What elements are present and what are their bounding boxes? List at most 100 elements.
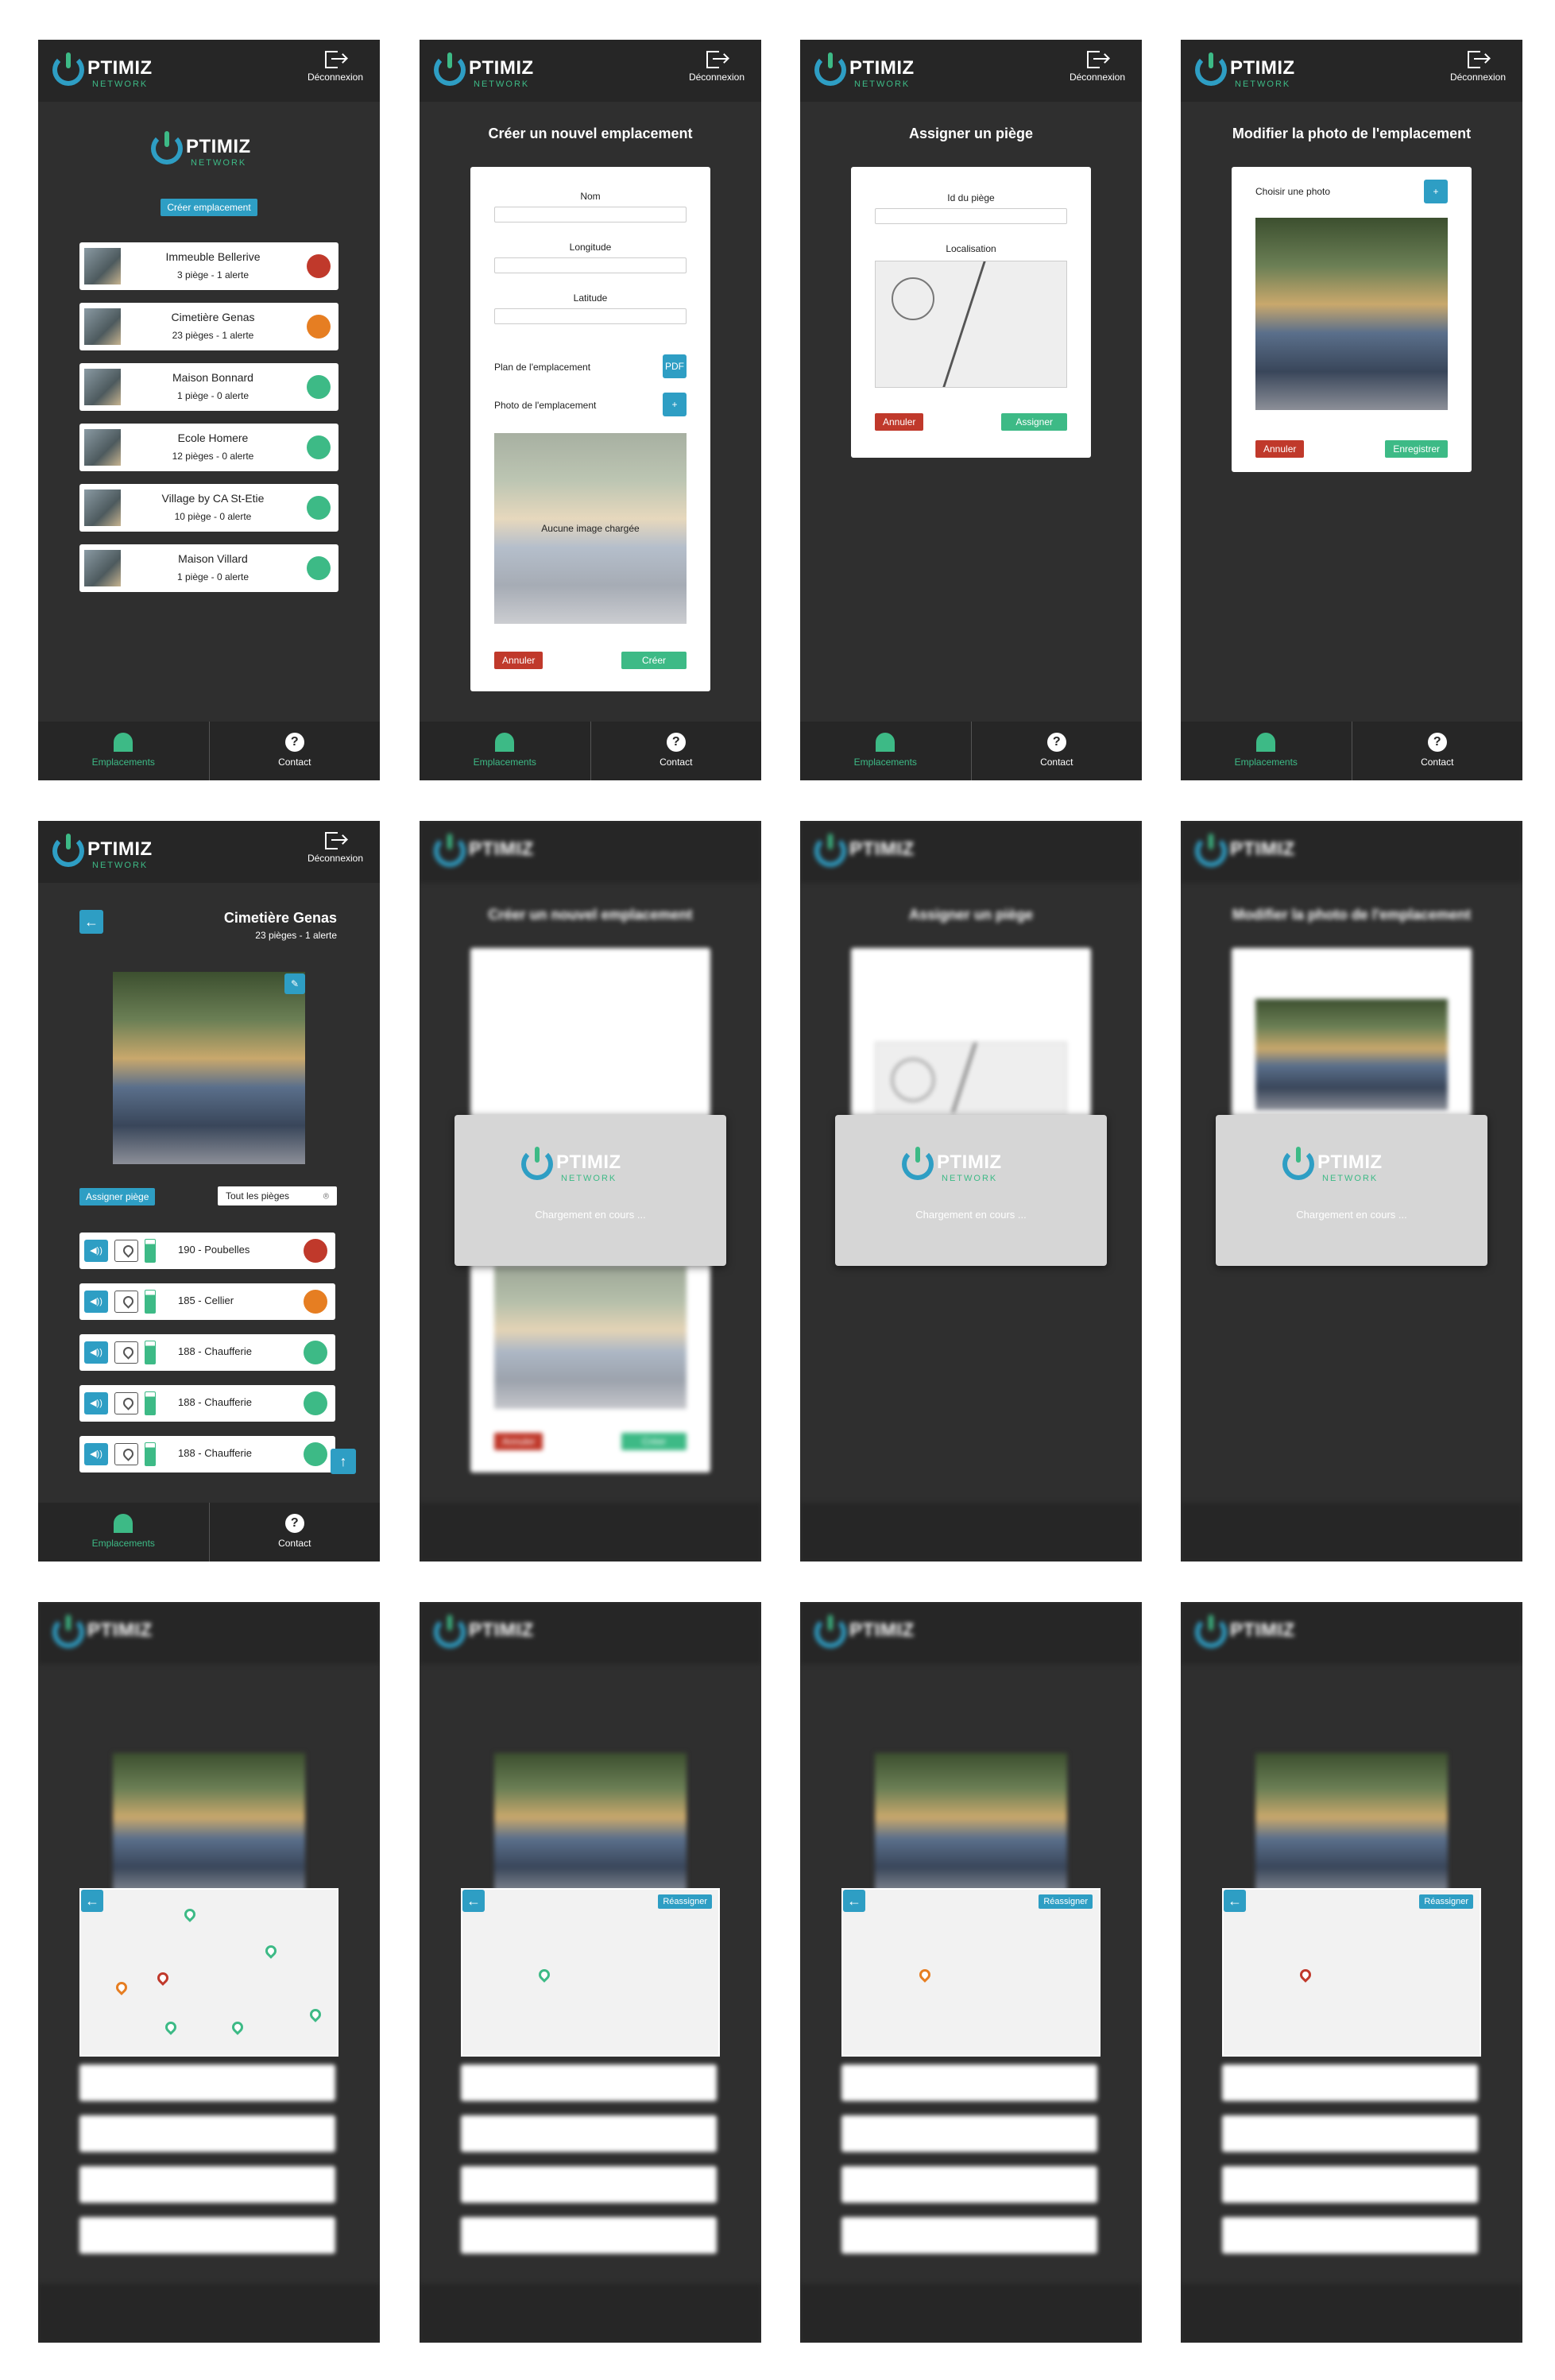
location-thumbnail <box>84 490 121 526</box>
logout-button[interactable]: Déconnexion <box>1445 51 1511 83</box>
home-icon <box>114 733 133 752</box>
trap-row[interactable]: ◀)) 190 - Poubelles <box>79 1233 335 1269</box>
app-header: PTIMIZ NETWORK Déconnexion <box>420 40 761 102</box>
speaker-icon[interactable]: ◀)) <box>84 1240 108 1262</box>
tab-contact[interactable]: ? Contact <box>590 722 762 780</box>
location-item[interactable]: Immeuble Bellerive 3 piège - 1 alerte <box>79 242 338 290</box>
location-item[interactable]: Maison Bonnard 1 piège - 0 alerte <box>79 363 338 411</box>
tab-emplacements[interactable]: Emplacements <box>1181 722 1352 780</box>
floor-plan-image[interactable] <box>875 261 1067 388</box>
tab-bar: Emplacements ? Contact <box>1181 722 1522 780</box>
location-pin-icon[interactable] <box>114 1341 138 1364</box>
tab-emplacements[interactable]: Emplacements <box>800 722 971 780</box>
scroll-top-icon[interactable]: ↑ <box>331 1449 356 1474</box>
trap-marker[interactable] <box>114 1979 130 1995</box>
help-icon: ? <box>284 1514 304 1533</box>
location-pin-icon[interactable] <box>114 1443 138 1465</box>
trap-marker[interactable] <box>263 1943 279 1959</box>
speaker-icon[interactable]: ◀)) <box>84 1341 108 1364</box>
location-photo <box>113 972 305 1164</box>
cancel-button[interactable]: Annuler <box>1255 440 1305 458</box>
assign-form: Id du piège Localisation Annuler Assigne… <box>851 167 1091 458</box>
location-item[interactable]: Maison Villard 1 piège - 0 alerte <box>79 544 338 592</box>
name-input[interactable] <box>494 207 687 223</box>
trap-row[interactable]: ◀)) 185 - Cellier <box>79 1283 335 1320</box>
image-upload-icon[interactable]: + <box>663 393 687 416</box>
tab-bar: Emplacements ? Contact <box>38 1503 380 1562</box>
back-arrow-icon[interactable]: ← <box>843 1890 865 1912</box>
back-arrow-icon[interactable]: ← <box>81 1890 103 1912</box>
back-arrow-icon[interactable]: ← <box>462 1890 485 1912</box>
logout-button[interactable]: Déconnexion <box>302 51 369 83</box>
tab-emplacements[interactable]: Emplacements <box>420 722 590 780</box>
save-button[interactable]: Enregistrer <box>1385 440 1448 458</box>
location-item[interactable]: Ecole Homere 12 pièges - 0 alerte <box>79 424 338 471</box>
reassign-button[interactable]: Réassigner <box>658 1894 712 1909</box>
image-upload-icon[interactable]: + <box>1424 180 1448 203</box>
latitude-input[interactable] <box>494 308 687 324</box>
tab-emplacements[interactable]: Emplacements <box>38 1503 209 1562</box>
back-arrow-icon[interactable]: ← <box>79 910 103 934</box>
trap-row[interactable]: ◀)) 188 - Chaufferie <box>79 1334 335 1371</box>
trap-marker[interactable] <box>308 2007 323 2022</box>
pdf-upload-icon[interactable]: PDF <box>663 354 687 378</box>
create-button[interactable]: Créer <box>621 652 687 669</box>
screen-assign-loading: PTIMIZ Assigner un piège PTIMIZ NETWORK C… <box>800 821 1142 1562</box>
screen-assign-trap: PTIMIZ NETWORK Déconnexion Assigner un pi… <box>800 40 1142 780</box>
longitude-input[interactable] <box>494 257 687 273</box>
trap-row[interactable]: ◀)) 188 - Chaufferie <box>79 1436 335 1473</box>
trap-row[interactable]: ◀)) 188 - Chaufferie <box>79 1385 335 1422</box>
assign-trap-button[interactable]: Assigner piège <box>79 1188 156 1205</box>
app-header: PTIMIZ NETWORK Déconnexion <box>38 40 380 102</box>
logout-icon <box>1087 51 1108 68</box>
tab-contact[interactable]: ? Contact <box>208 1503 381 1562</box>
tab-contact[interactable]: ? Contact <box>208 722 381 780</box>
location-pin-icon[interactable] <box>114 1291 138 1313</box>
logo: PTIMIZ NETWORK <box>1195 52 1322 91</box>
status-dot <box>304 1341 327 1364</box>
location-item[interactable]: Cimetière Genas 23 pièges - 1 alerte <box>79 303 338 350</box>
floor-plan-map[interactable]: ← Réassigner <box>1222 1888 1481 2057</box>
trap-id-input[interactable] <box>875 208 1067 224</box>
battery-icon <box>145 1290 156 1314</box>
trap-marker[interactable] <box>917 1967 933 1983</box>
speaker-icon[interactable]: ◀)) <box>84 1443 108 1465</box>
reassign-button[interactable]: Réassigner <box>1419 1894 1473 1909</box>
logout-button[interactable]: Déconnexion <box>683 51 750 83</box>
trap-marker[interactable] <box>536 1967 552 1983</box>
logout-button[interactable]: Déconnexion <box>302 832 369 864</box>
floor-plan-map[interactable]: ← Réassigner <box>841 1888 1100 2057</box>
trap-marker[interactable] <box>155 1970 171 1986</box>
location-thumbnail <box>84 429 121 466</box>
back-arrow-icon[interactable]: ← <box>1224 1890 1246 1912</box>
logout-button[interactable]: Déconnexion <box>1064 51 1131 83</box>
status-dot <box>307 254 331 278</box>
battery-icon <box>145 1391 156 1415</box>
tab-contact[interactable]: ? Contact <box>970 722 1143 780</box>
trap-filter-select[interactable]: Tout les pièges ⌾ <box>218 1186 337 1205</box>
floor-plan-map[interactable]: ← <box>79 1888 338 2057</box>
cancel-button[interactable]: Annuler <box>494 652 543 669</box>
speaker-icon[interactable]: ◀)) <box>84 1392 108 1414</box>
screen-edit-photo: PTIMIZ NETWORK Déconnexion Modifier la ph… <box>1181 40 1522 780</box>
edit-icon[interactable]: ✎ <box>284 973 305 994</box>
trap-marker[interactable] <box>163 2019 179 2035</box>
assign-button[interactable]: Assigner <box>1001 413 1067 431</box>
location-item[interactable]: Village by CA St-Etie 10 piège - 0 alert… <box>79 484 338 532</box>
cancel-button[interactable]: Annuler <box>875 413 924 431</box>
trap-marker[interactable] <box>230 2019 246 2035</box>
tab-contact[interactable]: ? Contact <box>1351 722 1523 780</box>
location-pin-icon[interactable] <box>114 1240 138 1262</box>
trap-marker[interactable] <box>1298 1967 1313 1983</box>
create-location-button[interactable]: Créer emplacement <box>161 199 257 216</box>
speaker-icon[interactable]: ◀)) <box>84 1291 108 1313</box>
screen-create-location: PTIMIZ NETWORK Déconnexion Créer un nouve… <box>420 40 761 780</box>
floor-plan-map[interactable]: ← Réassigner <box>461 1888 720 2057</box>
help-icon: ? <box>1427 733 1447 752</box>
location-title: Cimetière Genas <box>223 910 337 926</box>
reassign-button[interactable]: Réassigner <box>1039 1894 1093 1909</box>
tab-emplacements[interactable]: Emplacements <box>38 722 209 780</box>
location-thumbnail <box>84 550 121 586</box>
location-pin-icon[interactable] <box>114 1392 138 1414</box>
trap-marker[interactable] <box>182 1906 198 1922</box>
